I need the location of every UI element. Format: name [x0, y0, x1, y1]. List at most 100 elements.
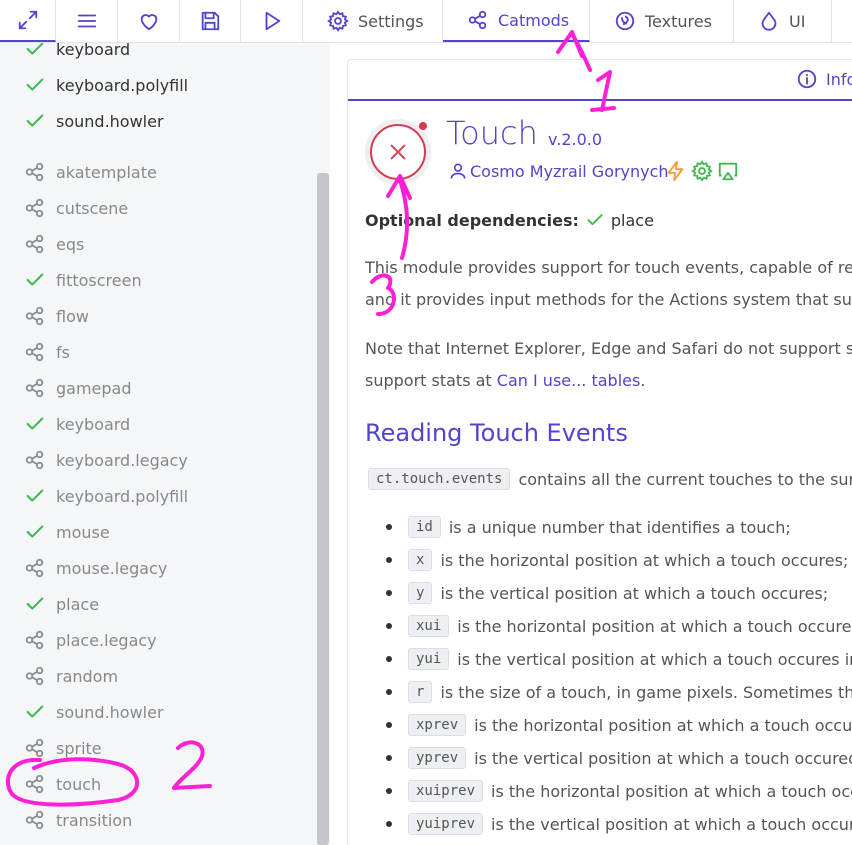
fullscreen-button[interactable]: [0, 0, 56, 42]
field-text: is the size of a touch, in game pixels. …: [440, 682, 852, 702]
gear-icon: [691, 160, 713, 182]
field-text: is the horizontal position at which a to…: [440, 550, 849, 570]
sidebar-item[interactable]: keyboard.legacy: [24, 445, 188, 475]
sidebar-item[interactable]: akatemplate: [24, 157, 157, 187]
sidebar-item[interactable]: keyboard: [24, 43, 130, 64]
catmods-sidebar: keyboard keyboard.polyfill sound.howler aka…: [0, 43, 330, 845]
sidebar-item[interactable]: fittoscreen: [24, 265, 142, 295]
module-details-panel: Info Touch v.2.0.0 Cosmo Myzrail Gorynyc…: [347, 59, 852, 845]
optional-dependencies: Optional dependencies: place: [365, 210, 654, 230]
tab-textures[interactable]: Textures: [590, 0, 734, 42]
sidebar-item-label: akatemplate: [56, 162, 157, 182]
sidebar-item-label: cutscene: [56, 198, 129, 218]
favorite-button[interactable]: [118, 0, 180, 42]
caniuse-link[interactable]: Can I use... tables: [497, 371, 641, 390]
field-code: xprev: [408, 714, 467, 736]
field-code: xuiprev: [408, 780, 484, 802]
field-code: id: [408, 516, 441, 538]
share-nodes-icon: [25, 378, 44, 398]
tab-info[interactable]: Info: [796, 68, 852, 90]
share-nodes-icon: [25, 162, 44, 182]
list-item: yuiprev is the vertical position at which…: [386, 813, 852, 835]
sidebar-item-label: mouse: [56, 522, 110, 542]
field-text: is the vertical position at which a touc…: [457, 649, 852, 669]
save-icon: [201, 11, 220, 31]
note-line-1: Note that Internet Explorer, Edge and Sa…: [365, 339, 852, 358]
texture-icon: [615, 11, 635, 31]
bullet-dot: [386, 821, 392, 827]
intro-line-1: This module provides support for touch e…: [365, 258, 852, 277]
share-nodes-icon: [25, 198, 44, 218]
events-line: ct.touch.events contains all the current…: [368, 468, 852, 490]
tab-settings[interactable]: Settings: [303, 0, 443, 42]
sidebar-item-label: place.legacy: [56, 630, 157, 650]
field-code: yuiprev: [408, 813, 484, 835]
sidebar-item-label: sound.howler: [56, 111, 164, 131]
gear-icon: [327, 10, 349, 32]
sidebar-item[interactable]: keyboard.polyfill: [24, 481, 188, 511]
sidebar-item[interactable]: cutscene: [24, 193, 128, 223]
field-code: yui: [408, 648, 450, 670]
sidebar-item[interactable]: fs: [24, 337, 70, 367]
share-nodes-icon: [25, 450, 44, 470]
share-nodes-icon: [25, 558, 44, 578]
check-icon: [26, 489, 44, 502]
sidebar-item[interactable]: place: [24, 589, 99, 619]
sidebar-item[interactable]: keyboard: [24, 409, 130, 439]
sidebar-item[interactable]: eqs: [24, 229, 84, 259]
sidebar-item[interactable]: gamepad: [24, 373, 132, 403]
launch-button[interactable]: [241, 0, 303, 42]
lightning-icon: [667, 160, 684, 182]
close-icon: [390, 144, 406, 160]
bullet-dot: [386, 557, 392, 563]
module-title: Touch: [446, 114, 538, 152]
module-version: v.2.0.0: [548, 130, 603, 149]
sidebar-item[interactable]: place.legacy: [24, 625, 157, 655]
sidebar-item-label: sprite: [56, 738, 102, 758]
events-text: contains all the current touches to the …: [518, 469, 852, 489]
cast-icon: [718, 162, 738, 181]
sidebar-item[interactable]: transition: [24, 805, 132, 835]
sidebar-item-label: keyboard.polyfill: [56, 486, 189, 506]
field-text: is the horizontal position at which a to…: [474, 715, 852, 735]
sidebar-item-label: touch: [56, 774, 102, 794]
sidebar-scrollbar-thumb[interactable]: [317, 173, 329, 845]
sidebar-item[interactable]: random: [24, 661, 118, 691]
field-text: is a unique number that identifies a tou…: [448, 517, 791, 537]
field-code: x: [408, 549, 433, 571]
user-icon: [450, 163, 466, 179]
check-icon: [26, 78, 44, 91]
sidebar-item-label: fittoscreen: [56, 270, 142, 290]
list-item: r is the size of a touch, in game pixels.…: [386, 681, 852, 703]
share-nodes-icon: [25, 774, 44, 794]
tab-catmods[interactable]: Catmods: [443, 0, 590, 42]
note-prefix: support stats at: [365, 371, 497, 390]
section-heading: Reading Touch Events: [365, 419, 628, 447]
share-nodes-icon: [25, 306, 44, 326]
tab-ui[interactable]: UI: [734, 0, 832, 42]
bullet-dot: [386, 623, 392, 629]
sidebar-item[interactable]: sound.howler: [24, 697, 164, 727]
list-item: yui is the vertical position at which a t…: [386, 648, 852, 670]
sidebar-item[interactable]: sound.howler: [24, 106, 164, 136]
sidebar-item[interactable]: flow: [24, 301, 89, 331]
panel-tabs: Info: [348, 60, 852, 101]
sidebar-item[interactable]: touch: [24, 769, 101, 799]
sidebar-item-label: sound.howler: [56, 702, 164, 722]
sidebar-item-label: gamepad: [56, 378, 132, 398]
list-item: xuiprev is the horizontal position at whi…: [386, 780, 852, 802]
sidebar-item[interactable]: sprite: [24, 733, 102, 763]
tab-settings-label: Settings: [358, 11, 424, 31]
field-code: r: [408, 681, 433, 703]
list-item: yprev is the vertical position at which a…: [386, 747, 852, 769]
menu-icon: [77, 14, 96, 28]
sidebar-item-label: keyboard.legacy: [56, 450, 188, 470]
menu-button[interactable]: [56, 0, 118, 42]
info-icon: [797, 69, 817, 89]
sidebar-item[interactable]: keyboard.polyfill: [24, 70, 188, 100]
save-button[interactable]: [180, 0, 241, 42]
module-author[interactable]: Cosmo Myzrail Gorynych: [448, 161, 669, 181]
bullet-dot: [386, 788, 392, 794]
sidebar-item[interactable]: mouse.legacy: [24, 553, 167, 583]
sidebar-item[interactable]: mouse: [24, 517, 110, 547]
